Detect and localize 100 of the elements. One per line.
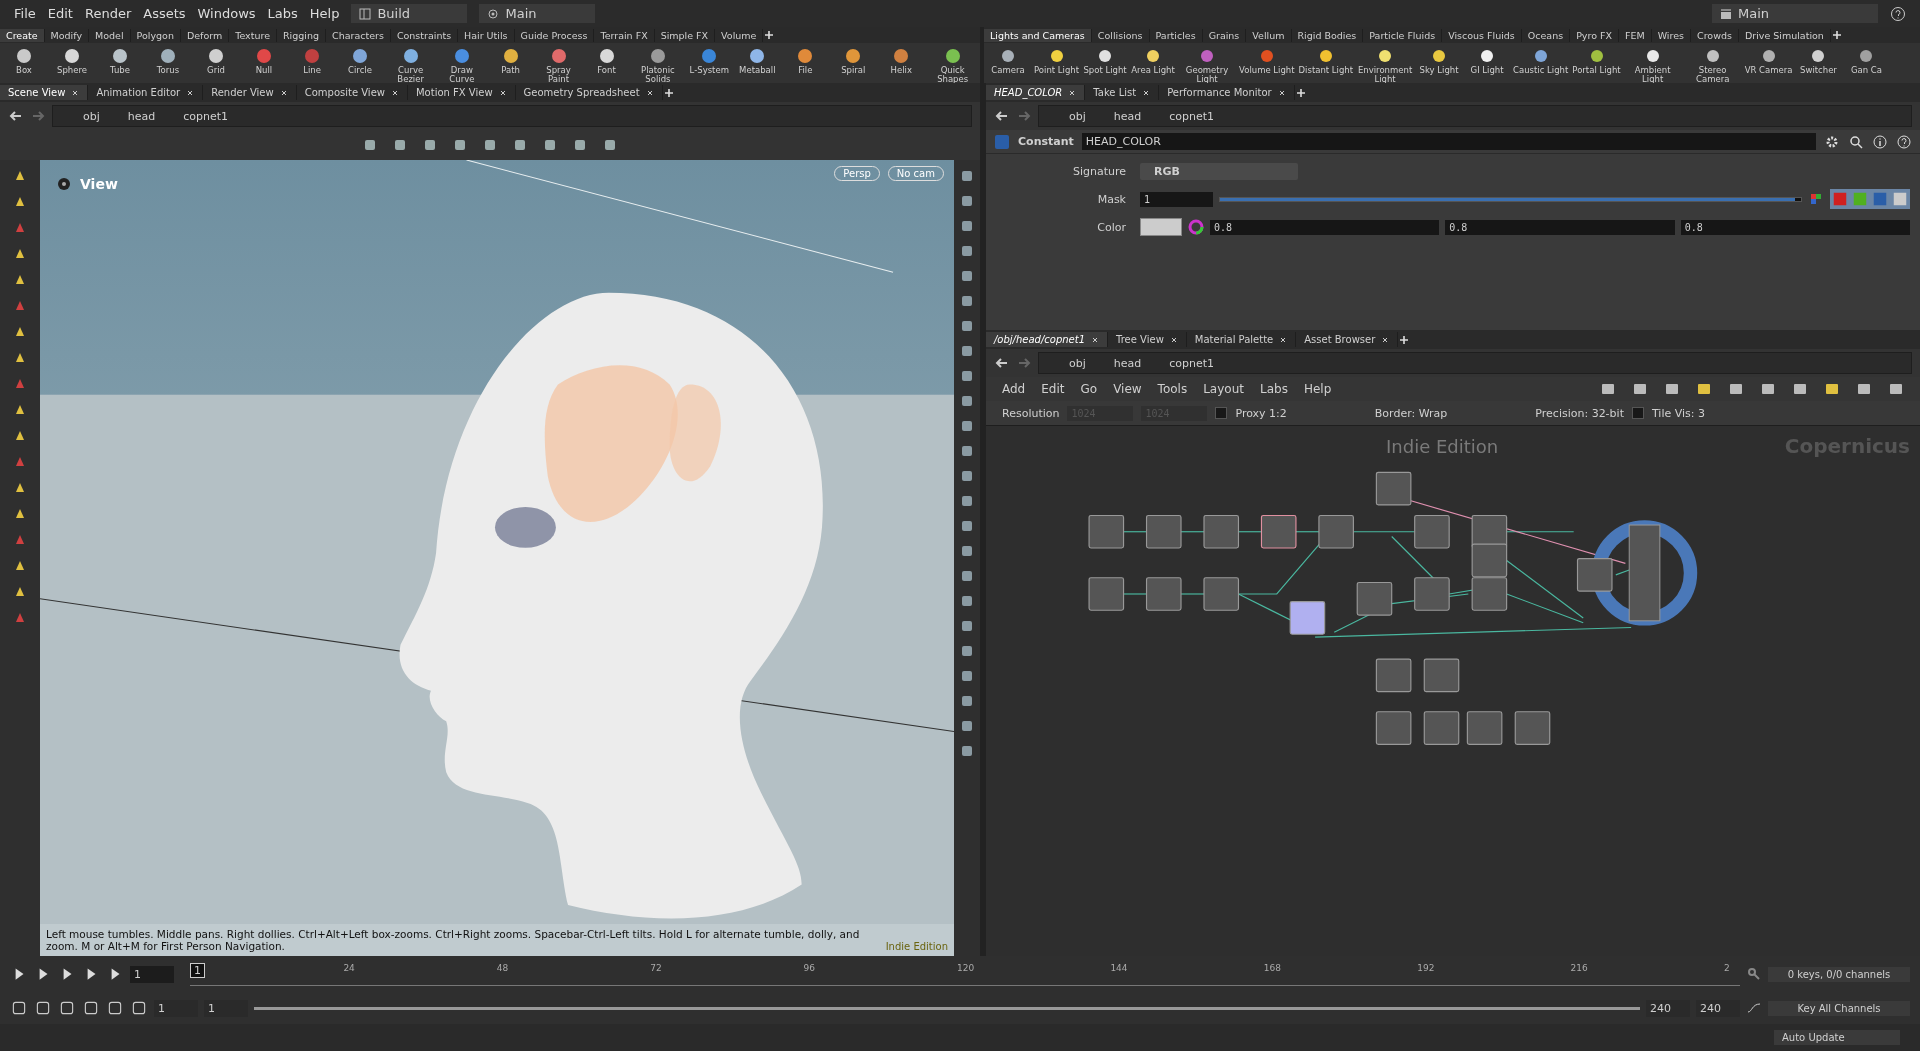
path-crumb[interactable]: head	[1113, 356, 1142, 370]
toolbar-icon[interactable]	[1600, 381, 1616, 397]
shelf-tool[interactable]: Portal Light	[1570, 46, 1623, 75]
desktop-dropdown[interactable]: Main	[1712, 4, 1878, 23]
toolbar-icon[interactable]	[482, 137, 498, 153]
display-option-icon[interactable]	[959, 368, 975, 384]
tile-vis-checkbox[interactable]	[1631, 407, 1644, 419]
shelf-tool[interactable]: GI Light	[1463, 46, 1512, 75]
graph-node[interactable]	[1145, 577, 1182, 611]
node-color-icon[interactable]	[994, 133, 1010, 150]
pane-tab[interactable]: Motion FX View	[407, 85, 516, 100]
shelf-tool[interactable]: Torus	[144, 46, 192, 75]
shelf-tool[interactable]: Platonic Solids	[630, 46, 686, 83]
pane-tab[interactable]: Tree View	[1108, 332, 1187, 347]
plus-icon[interactable]	[1398, 333, 1411, 346]
close-icon[interactable]	[498, 88, 507, 97]
shelf-tab[interactable]: Model	[89, 28, 131, 42]
shelf-tab[interactable]: Terrain FX	[594, 28, 655, 42]
info-icon[interactable]	[1872, 133, 1888, 150]
shelf-tab[interactable]: Guide Process	[514, 28, 595, 42]
menu-item[interactable]: Tools	[1157, 382, 1188, 396]
toolbar-icon[interactable]	[1664, 381, 1680, 397]
shelf-tool[interactable]: Sphere	[48, 46, 96, 75]
keys-info-dropdown[interactable]: 0 keys, 0/0 channels	[1768, 966, 1910, 982]
shelf-tool[interactable]: Path	[486, 46, 535, 75]
color-swatch[interactable]	[1140, 218, 1182, 236]
shelf-tool[interactable]: L-System	[685, 46, 734, 75]
close-icon[interactable]	[390, 88, 399, 97]
shelf-tool[interactable]: Box	[0, 46, 48, 75]
menu-item[interactable]: Assets	[143, 6, 186, 21]
display-option-icon[interactable]	[959, 318, 975, 334]
graph-node[interactable]	[1471, 543, 1508, 578]
path-crumb[interactable]: copnet1	[183, 109, 229, 123]
close-icon[interactable]	[186, 88, 195, 97]
path-crumb[interactable]: head	[127, 109, 156, 123]
shelf-tab[interactable]: Create	[0, 28, 45, 42]
shelf-tab[interactable]: Texture	[229, 28, 277, 42]
graph-node[interactable]	[1576, 558, 1613, 592]
display-option-icon[interactable]	[959, 218, 975, 234]
close-icon[interactable]	[279, 88, 288, 97]
display-option-icon[interactable]	[959, 493, 975, 509]
graph-node[interactable]	[1423, 658, 1460, 693]
toolbar-icon[interactable]	[602, 137, 618, 153]
graph-node[interactable]	[1088, 577, 1125, 611]
plus-icon[interactable]	[1294, 86, 1307, 99]
shelf-tab[interactable]: Particles	[1149, 28, 1203, 42]
channel-icon[interactable]	[1808, 191, 1824, 207]
desktop-dropdown[interactable]: Build	[351, 4, 468, 23]
search-icon[interactable]	[1848, 133, 1864, 150]
color-wheel-icon[interactable]	[1188, 219, 1204, 235]
proxy-checkbox[interactable]	[1215, 407, 1228, 419]
shelf-tool[interactable]: Ambient Light	[1622, 46, 1683, 83]
color-component-field[interactable]: 0.8	[1210, 219, 1440, 235]
shelf-tab[interactable]: Drive Simulation	[1738, 28, 1831, 42]
shelf-tab[interactable]: Constraints	[390, 28, 459, 42]
graph-node[interactable]	[1414, 577, 1450, 611]
mask-slider[interactable]	[1220, 197, 1796, 201]
graph-node[interactable]	[1471, 577, 1508, 611]
path-crumb[interactable]: copnet1	[1169, 109, 1215, 123]
display-option-icon[interactable]	[959, 243, 975, 259]
shelf-tab[interactable]: Rigging	[277, 28, 326, 42]
toolbar-icon[interactable]	[1792, 381, 1808, 397]
shelf-tab[interactable]: Polygon	[130, 28, 181, 42]
toolbar-icon[interactable]	[1824, 381, 1840, 397]
display-option-icon[interactable]	[959, 518, 975, 534]
close-icon[interactable]	[1381, 335, 1390, 344]
menu-item[interactable]: Help	[1303, 382, 1332, 396]
close-icon[interactable]	[71, 88, 80, 97]
color-component-field[interactable]: 0.8	[1445, 219, 1675, 235]
shelf-tool[interactable]: Line	[288, 46, 336, 75]
path-bar[interactable]: obj head copnet1	[52, 105, 972, 127]
pane-tab[interactable]: Take List	[1085, 85, 1160, 100]
display-option-icon[interactable]	[959, 743, 975, 759]
display-option-icon[interactable]	[959, 443, 975, 459]
shelf-tool[interactable]: Circle	[336, 46, 384, 75]
shelf-tab[interactable]: Modify	[44, 28, 90, 42]
shelf-tab[interactable]: Oceans	[1521, 28, 1571, 42]
range-end-field[interactable]: 240	[1696, 999, 1740, 1017]
shelf-tool[interactable]: Metaball	[733, 46, 782, 75]
display-option-icon[interactable]	[959, 593, 975, 609]
mask-field[interactable]: 1	[1140, 191, 1213, 207]
path-crumb[interactable]: obj	[1069, 109, 1086, 123]
context-dropdown[interactable]: Main	[479, 4, 596, 23]
pane-tab[interactable]: Asset Browser	[1296, 332, 1399, 347]
graph-node[interactable]	[1318, 514, 1354, 549]
shelf-tool[interactable]: Null	[240, 46, 288, 75]
menu-item[interactable]: Add	[1002, 382, 1026, 396]
menu-item[interactable]: Go	[1080, 382, 1098, 396]
close-icon[interactable]	[1279, 335, 1288, 344]
shelf-tool[interactable]: Tube	[96, 46, 144, 75]
display-option-icon[interactable]	[959, 193, 975, 209]
auto-update-dropdown[interactable]: Auto Update	[1774, 1030, 1900, 1045]
path-crumb[interactable]: obj	[83, 109, 100, 123]
display-option-icon[interactable]	[959, 468, 975, 484]
display-option-icon[interactable]	[959, 643, 975, 659]
shelf-tool[interactable]: Caustic Light	[1511, 46, 1571, 75]
graph-node[interactable]	[1203, 514, 1240, 549]
key-all-channels-dropdown[interactable]: Key All Channels	[1768, 1000, 1910, 1016]
display-option-icon[interactable]	[959, 393, 975, 409]
pane-tab[interactable]: Animation Editor	[88, 85, 204, 100]
